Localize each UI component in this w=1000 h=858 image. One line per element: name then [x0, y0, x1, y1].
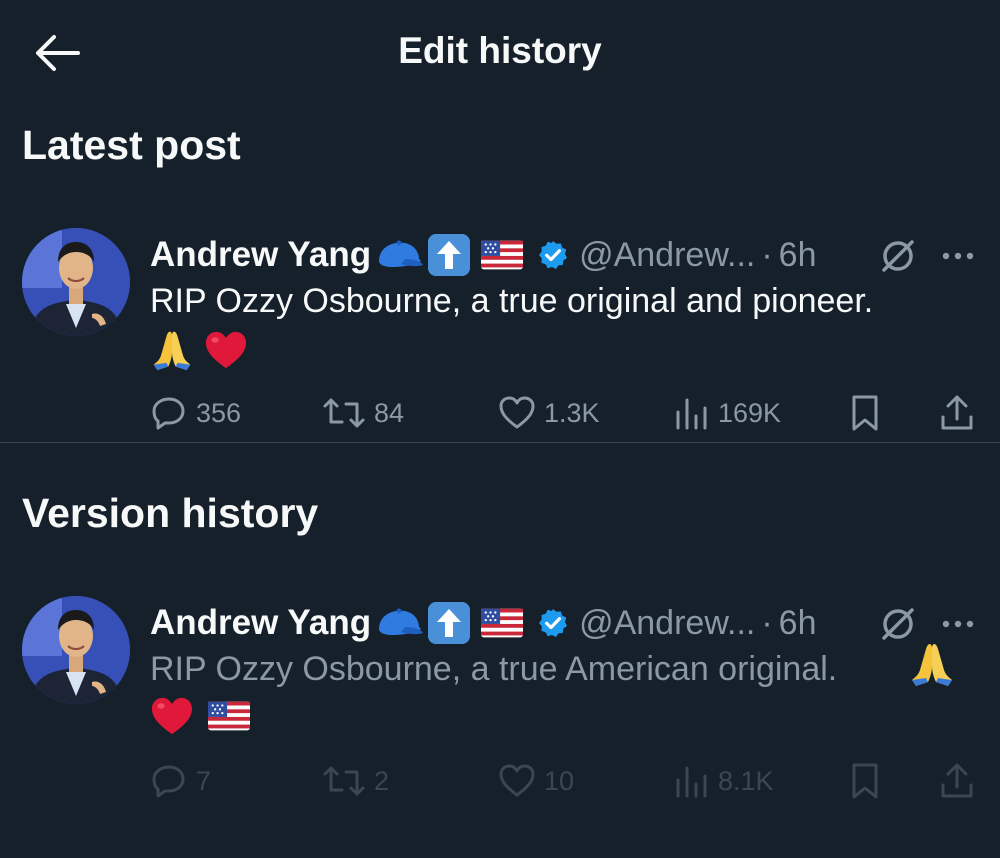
reply-icon: [152, 397, 185, 430]
red-heart-emoji-icon: [204, 330, 248, 375]
share-button[interactable]: [938, 388, 976, 438]
heart-outline-icon: [499, 764, 535, 797]
reply-button[interactable]: 7: [150, 756, 211, 806]
author-name[interactable]: Andrew Yang: [150, 235, 371, 275]
repost-count: 84: [374, 397, 405, 428]
top-bar: Edit history: [0, 0, 1000, 100]
like-button[interactable]: 10: [498, 756, 574, 806]
views-button[interactable]: 169K: [674, 388, 781, 438]
views-button[interactable]: 8.1K: [674, 756, 774, 806]
share-button[interactable]: [938, 756, 976, 806]
avatar[interactable]: [22, 228, 130, 336]
post-header: Andrew Yang @Andrew... · 6h: [150, 598, 817, 648]
verified-badge-icon[interactable]: [537, 239, 569, 271]
cap-emoji-icon: [375, 607, 423, 639]
like-count: 10: [544, 765, 575, 796]
post-emoji-line: [150, 696, 250, 741]
share-icon: [941, 395, 973, 430]
us-flag-emoji-icon: [481, 240, 523, 270]
post-text: RIP Ozzy Osbourne, a true original and p…: [150, 282, 874, 320]
heart-outline-icon: [499, 396, 535, 429]
up-arrow-emoji-icon: [427, 233, 471, 277]
bookmark-icon: [852, 763, 878, 799]
latest-post[interactable]: Andrew Yang @Andrew... · 6h RIP Ozzy Osb…: [0, 228, 1000, 442]
like-button[interactable]: 1.3K: [498, 388, 600, 438]
bookmark-icon: [852, 395, 878, 431]
post-time[interactable]: 6h: [779, 604, 817, 643]
version-history-heading: Version history: [22, 490, 319, 536]
post-text: RIP Ozzy Osbourne, a true American origi…: [150, 646, 910, 692]
verified-badge-icon[interactable]: [537, 607, 569, 639]
post-header: Andrew Yang @Andrew... · 6h: [150, 230, 817, 280]
profile-photo: [22, 596, 130, 704]
bookmark-button[interactable]: [848, 756, 882, 806]
repost-button[interactable]: 84: [322, 388, 404, 438]
post-actions: 7 2 10 8.1K: [150, 756, 980, 806]
up-arrow-emoji-icon: [427, 601, 471, 645]
repost-icon: [323, 398, 365, 428]
share-icon: [941, 763, 973, 798]
view-count: 8.1K: [718, 765, 774, 796]
grok-icon[interactable]: [878, 236, 918, 276]
more-options-icon[interactable]: [938, 604, 978, 644]
cap-emoji-icon: [375, 239, 423, 271]
reply-count: 7: [196, 765, 212, 796]
bookmark-button[interactable]: [848, 388, 882, 438]
avatar[interactable]: [22, 596, 130, 704]
previous-version-post[interactable]: Andrew Yang @Andrew... · 6h RIP Ozzy Osb…: [0, 596, 1000, 810]
us-flag-emoji-icon: [208, 701, 250, 736]
post-emoji-line: [150, 328, 248, 377]
reply-button[interactable]: 356: [150, 388, 241, 438]
us-flag-emoji-icon: [481, 608, 523, 638]
divider: [0, 442, 1000, 443]
more-options-icon[interactable]: [938, 236, 978, 276]
separator-dot: ·: [761, 235, 773, 274]
views-chart-icon: [676, 766, 707, 798]
reply-icon: [152, 765, 185, 798]
red-heart-emoji-icon: [150, 696, 194, 741]
pray-emoji-icon: [150, 328, 194, 377]
post-actions: 356 84 1.3K 169K: [150, 388, 980, 438]
view-count: 169K: [718, 397, 782, 428]
repost-button[interactable]: 2: [322, 756, 389, 806]
post-time[interactable]: 6h: [779, 236, 817, 275]
like-count: 1.3K: [544, 397, 600, 428]
profile-photo: [22, 228, 130, 336]
author-handle[interactable]: @Andrew...: [579, 236, 755, 275]
page-title: Edit history: [398, 30, 602, 71]
views-chart-icon: [676, 398, 707, 430]
author-name[interactable]: Andrew Yang: [150, 603, 371, 643]
grok-icon[interactable]: [878, 604, 918, 644]
separator-dot: ·: [761, 603, 773, 642]
post-text-content: RIP Ozzy Osbourne, a true American origi…: [150, 650, 838, 688]
reply-count: 356: [196, 397, 242, 428]
pray-emoji-icon: [908, 640, 956, 693]
repost-count: 2: [374, 765, 390, 796]
repost-icon: [323, 766, 365, 796]
author-handle[interactable]: @Andrew...: [579, 604, 755, 643]
latest-post-heading: Latest post: [22, 122, 241, 168]
